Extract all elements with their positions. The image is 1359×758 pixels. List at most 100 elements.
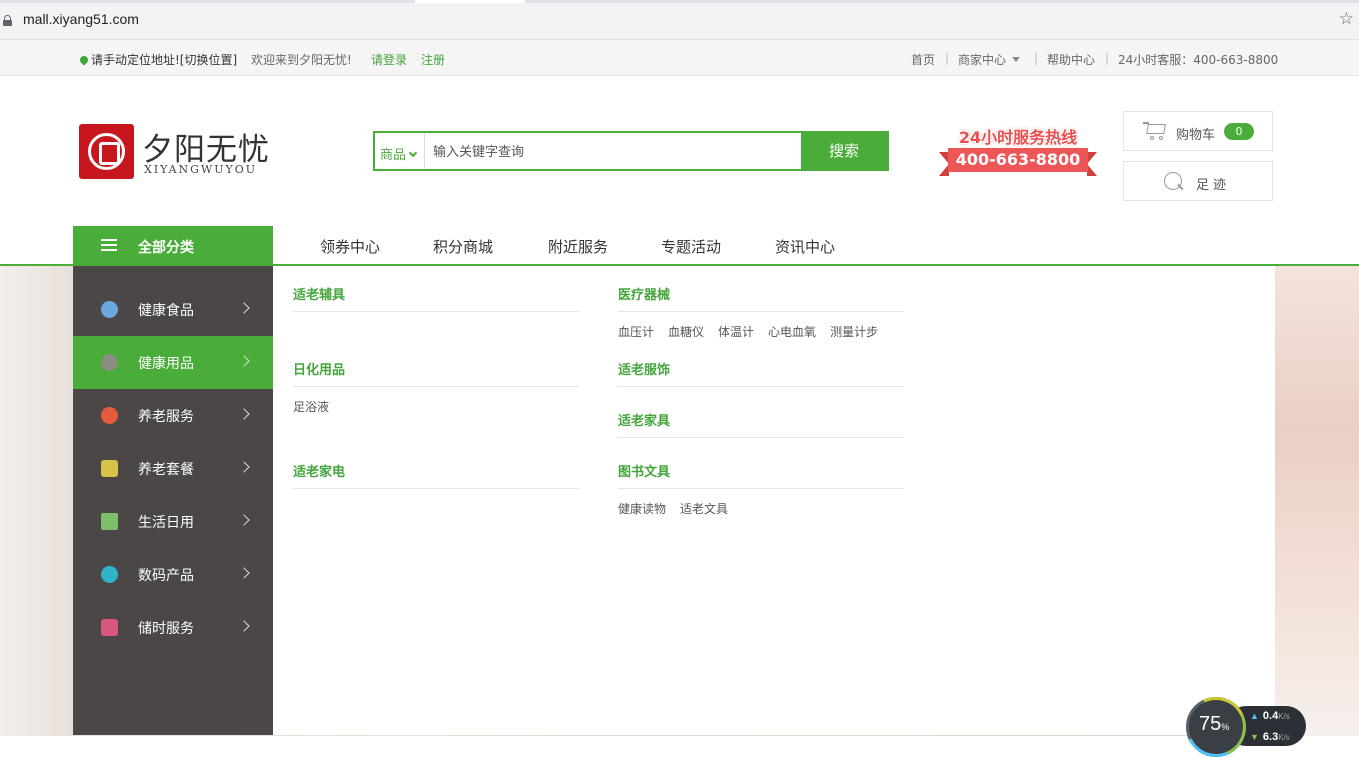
arrow-down-icon: ▼ <box>1250 732 1259 742</box>
top-bar: 请手动定位地址![切换位置] 欢迎来到夕阳无忧! 请登录 注册 首页 | 商家中… <box>0 40 1359 76</box>
sidebar-item-daily-use[interactable]: 生活日用 <box>73 495 273 548</box>
hotline-ribbon: 400-663-8800 <box>939 148 1097 176</box>
nav-link-events[interactable]: 专题活动 <box>661 236 721 257</box>
subcategory-link[interactable]: 健康读物 <box>618 502 666 516</box>
merchant-center-link[interactable]: 商家中心 <box>958 51 1021 68</box>
subcategory-link[interactable]: 心电血氧 <box>768 325 816 339</box>
all-categories-label[interactable]: 全部分类 <box>138 237 194 257</box>
divider <box>618 488 904 489</box>
cart-button[interactable]: 购物车 0 <box>1123 111 1273 151</box>
logo-english-name: XIYANGWUYOU <box>144 163 258 176</box>
chevron-right-icon <box>238 620 250 632</box>
nav-link-coupons[interactable]: 领券中心 <box>320 236 380 257</box>
network-speed-widget[interactable]: 75% ▲ 0.4K/s ▼ 6.3K/s <box>1177 688 1306 758</box>
group-title-furniture[interactable]: 适老家具 <box>618 410 670 429</box>
divider <box>293 488 579 489</box>
nav-link-nearby[interactable]: 附近服务 <box>548 236 608 257</box>
register-link[interactable]: 注册 <box>421 51 445 68</box>
hotline-title: 24小时服务热线 <box>958 128 1078 147</box>
all-categories-button[interactable]: 全部分类 <box>73 226 273 265</box>
usage-percent-value: 75 <box>1199 713 1222 735</box>
package-icon <box>101 460 118 477</box>
chevron-right-icon <box>238 514 250 526</box>
chevron-right-icon <box>238 567 250 579</box>
sidebar-item-health-food[interactable]: 健康食品 <box>73 283 273 336</box>
search-button[interactable]: 搜索 <box>801 133 887 169</box>
footprint-label[interactable]: 足迹 <box>1196 174 1230 193</box>
group-items-daily-chemicals: 足浴液 <box>293 398 343 415</box>
sidebar-item-health-goods[interactable]: 健康用品 <box>73 336 273 389</box>
login-link[interactable]: 请登录 <box>371 51 407 68</box>
chevron-down-icon[interactable] <box>408 148 418 158</box>
welcome-text: 欢迎来到夕阳无忧! <box>251 53 352 67</box>
hotline-number: 400-663-8800 <box>948 148 1088 172</box>
digital-icon <box>101 566 118 583</box>
subcategory-link[interactable]: 血压计 <box>618 325 654 339</box>
footprint-button[interactable]: 足迹 <box>1123 161 1273 201</box>
group-items-medical-devices: 血压计 血糖仪 体温计 心电血氧 测量计步 <box>618 323 892 340</box>
cart-icon[interactable] <box>1143 121 1167 141</box>
tab-strip <box>0 0 1359 3</box>
help-center-link[interactable]: 帮助中心 <box>1047 51 1095 68</box>
sidebar-item-elderly-service[interactable]: 养老服务 <box>73 389 273 442</box>
upload-speed-unit: K/s <box>1278 712 1290 721</box>
subcategory-link[interactable]: 体温计 <box>718 325 754 339</box>
health-goods-icon <box>101 354 118 371</box>
url-text[interactable]: mall.xiyang51.com <box>23 11 139 27</box>
arrow-up-icon: ▲ <box>1250 711 1259 721</box>
group-title-daily-chemicals[interactable]: 日化用品 <box>293 359 345 378</box>
upload-speed-value: 0.4 <box>1262 710 1279 722</box>
browser-address-bar: mall.xiyang51.com ☆ <box>0 0 1359 40</box>
sidebar-item-digital[interactable]: 数码产品 <box>73 548 273 601</box>
logo-mark[interactable] <box>79 124 134 179</box>
merchant-center-label[interactable]: 商家中心 <box>958 53 1006 67</box>
category-dropdown-panel: 适老辅具 日化用品 足浴液 适老家电 医疗器械 血压计 血糖仪 体温计 心电血氧 测量计… <box>273 266 1275 735</box>
customer-service-text: 24小时客服：400-663-8800 <box>1118 53 1279 67</box>
chevron-right-icon <box>238 355 250 367</box>
search-category-label[interactable]: 商品 <box>380 148 406 163</box>
location-selector[interactable]: 请手动定位地址![切换位置] <box>78 51 237 68</box>
divider <box>618 386 904 387</box>
cart-count-badge: 0 <box>1224 123 1254 140</box>
subcategory-link[interactable]: 足浴液 <box>293 400 329 414</box>
sidebar-item-time-bank[interactable]: 储时服务 <box>73 601 273 654</box>
search-category-select[interactable]: 商品 <box>375 133 425 169</box>
search-bar: 商品 搜索 <box>373 131 889 171</box>
location-pin-icon <box>78 54 90 66</box>
subcategory-link[interactable]: 血糖仪 <box>668 325 704 339</box>
sidebar-item-elderly-package[interactable]: 养老套餐 <box>73 442 273 495</box>
cart-label[interactable]: 购物车 <box>1176 124 1215 143</box>
sidebar-item-label: 生活日用 <box>138 515 194 531</box>
daily-use-icon <box>101 513 118 530</box>
subcategory-link[interactable]: 测量计步 <box>830 325 878 339</box>
category-sidebar: 健康食品 健康用品 养老服务 养老套餐 生活日用 数码产品 储时服务 <box>73 266 273 735</box>
nav-link-news[interactable]: 资讯中心 <box>775 236 835 257</box>
usage-percent-unit: % <box>1221 722 1230 732</box>
sidebar-item-label: 健康食品 <box>138 303 194 319</box>
usage-percent: 75% <box>1199 713 1229 736</box>
sidebar-item-label: 数码产品 <box>138 568 194 584</box>
group-title-books-stationery[interactable]: 图书文具 <box>618 461 670 480</box>
elderly-service-icon <box>101 407 118 424</box>
group-title-appliances[interactable]: 适老家电 <box>293 461 345 480</box>
divider: | <box>1034 51 1039 65</box>
search-input[interactable] <box>427 133 801 169</box>
page-bottom <box>0 736 1359 758</box>
footprint-search-icon[interactable] <box>1164 172 1182 190</box>
menu-icon[interactable] <box>101 239 117 251</box>
lock-icon[interactable] <box>3 15 12 26</box>
sidebar-item-label: 养老服务 <box>138 409 194 425</box>
divider: | <box>1105 51 1110 65</box>
nav-link-points-mall[interactable]: 积分商城 <box>433 236 493 257</box>
group-title-mobility-aids[interactable]: 适老辅具 <box>293 284 345 303</box>
group-title-medical-devices[interactable]: 医疗器械 <box>618 284 670 303</box>
subcategory-link[interactable]: 适老文具 <box>680 502 728 516</box>
home-link[interactable]: 首页 <box>911 51 935 68</box>
health-food-icon <box>101 301 118 318</box>
group-title-apparel[interactable]: 适老服饰 <box>618 359 670 378</box>
download-speed-unit: K/s <box>1278 733 1290 742</box>
divider <box>618 437 904 438</box>
caret-down-icon[interactable] <box>1012 57 1021 62</box>
location-text[interactable]: 请手动定位地址![切换位置] <box>91 53 237 67</box>
bookmark-star-icon[interactable]: ☆ <box>1339 9 1354 29</box>
